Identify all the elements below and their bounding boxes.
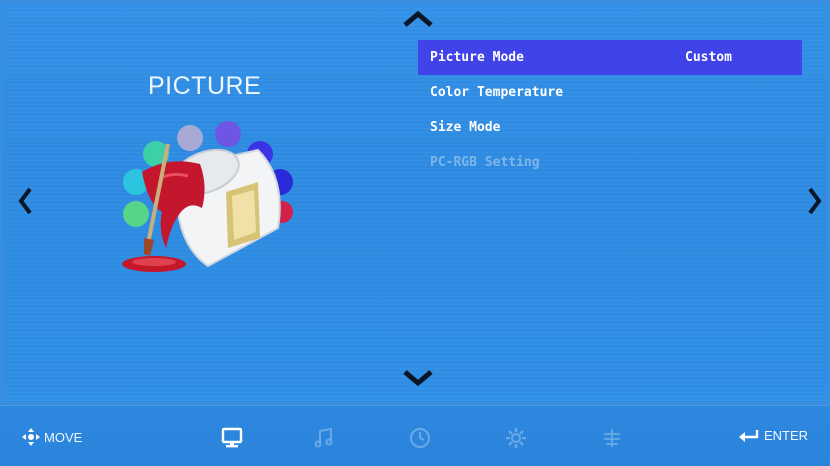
menu-item-pc-rgb-setting: PC-RGB Setting xyxy=(418,145,802,180)
tv-menu-screen: PICTURE Picture Mode Custom Color Temper… xyxy=(0,0,830,405)
chevron-right-icon[interactable] xyxy=(806,186,824,216)
enter-icon xyxy=(738,429,760,443)
picture-settings-menu: Picture Mode Custom Color Temperature Si… xyxy=(418,40,802,180)
enter-label: ENTER xyxy=(764,428,809,443)
chevron-down-icon[interactable] xyxy=(402,368,434,388)
settings-gear-icon[interactable] xyxy=(504,426,528,450)
dpad-icon xyxy=(22,428,40,446)
menu-item-value: Custom xyxy=(685,50,732,65)
move-label: MOVE xyxy=(44,429,83,445)
menu-item-label: Color Temperature xyxy=(430,85,564,100)
bottom-navigation-bar: MOVE ENTER xyxy=(0,405,830,466)
chevron-up-icon[interactable] xyxy=(402,8,434,28)
music-note-icon[interactable] xyxy=(312,426,336,450)
menu-item-picture-mode[interactable]: Picture Mode Custom xyxy=(418,40,802,75)
monitor-icon[interactable] xyxy=(220,426,244,450)
paint-bucket-icon xyxy=(108,120,308,280)
chevron-left-icon[interactable] xyxy=(16,186,34,216)
menu-item-label: Picture Mode xyxy=(430,50,524,65)
menu-item-color-temperature[interactable]: Color Temperature xyxy=(418,75,802,110)
menu-item-size-mode[interactable]: Size Mode xyxy=(418,110,802,145)
menu-item-label: PC-RGB Setting xyxy=(430,155,540,170)
section-title: PICTURE xyxy=(148,72,262,100)
menu-item-label: Size Mode xyxy=(430,120,501,135)
move-hint: MOVE xyxy=(22,428,82,446)
options-icon[interactable] xyxy=(600,426,624,450)
clock-icon[interactable] xyxy=(408,426,432,450)
enter-hint: ENTER xyxy=(738,428,808,443)
